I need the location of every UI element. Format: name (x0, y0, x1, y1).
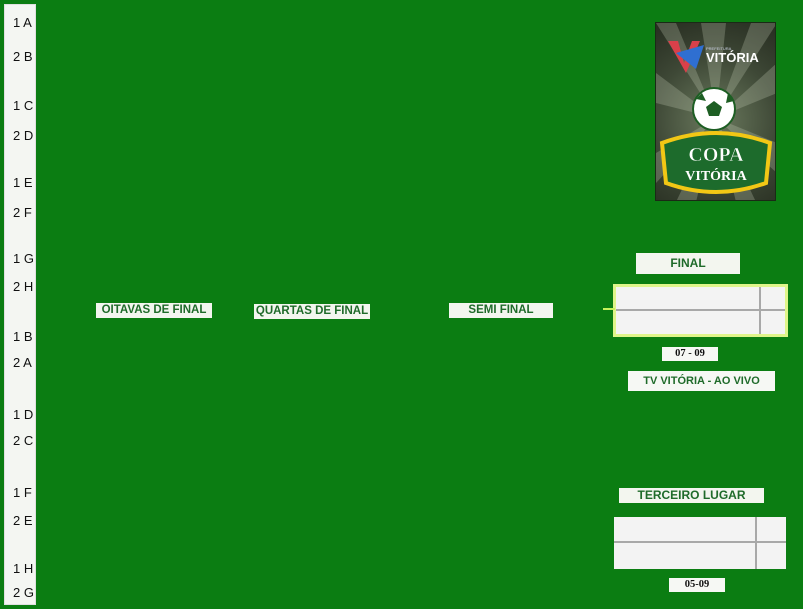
final-date: 07 - 09 (662, 347, 718, 361)
final-broadcast: TV VITÓRIA - AO VIVO (628, 371, 775, 391)
third-team-row (614, 543, 786, 569)
seed-label: 2 G (13, 585, 34, 600)
seed-label: 2 C (13, 433, 34, 448)
seed-label: 2 H (13, 279, 34, 294)
seed-label: 1 C (13, 98, 34, 113)
team-score (759, 517, 786, 541)
team-name (614, 517, 757, 541)
seed-label: 1 D (13, 407, 34, 422)
seed-label: 2 D (13, 128, 34, 143)
final-match (613, 284, 788, 337)
final-team-row (616, 287, 785, 311)
label-semi: SEMI FINAL (449, 303, 553, 318)
seed-label: 1 H (13, 561, 34, 576)
team-score (759, 543, 786, 569)
label-final: FINAL (636, 253, 740, 274)
third-team-row (614, 517, 786, 543)
label-oitavas: OITAVAS DE FINAL (96, 303, 212, 318)
label-quartas: QUARTAS DE FINAL (254, 304, 370, 319)
seed-label: 2 F (13, 205, 32, 220)
logo-graphic: PREFEITURA VITÓRIA COPA VITÓRIA (656, 23, 775, 200)
seed-label: 2 E (13, 513, 33, 528)
team-name (616, 311, 761, 334)
svg-text:VITÓRIA: VITÓRIA (685, 167, 747, 184)
team-score (761, 287, 785, 309)
seed-label: 1 A (13, 15, 32, 30)
team-score (761, 311, 785, 334)
team-name (616, 287, 761, 309)
third-place-match (614, 517, 786, 569)
label-terceiro: TERCEIRO LUGAR (619, 488, 764, 503)
group-seed-column: 1 A 2 B 1 C 2 D 1 E 2 F 1 G 2 H 1 B 2 A … (4, 4, 36, 605)
final-connector (603, 308, 615, 310)
seed-label: 1 F (13, 485, 32, 500)
seed-label: 1 G (13, 251, 34, 266)
seed-label: 2 B (13, 49, 33, 64)
seed-label: 1 B (13, 329, 33, 344)
seed-label: 1 E (13, 175, 33, 190)
copa-vitoria-logo: PREFEITURA VITÓRIA COPA VITÓRIA (655, 22, 776, 201)
svg-text:COPA: COPA (688, 144, 744, 166)
third-place-date: 05-09 (669, 578, 725, 592)
final-team-row (616, 311, 785, 334)
seed-label: 2 A (13, 355, 32, 370)
svg-text:VITÓRIA: VITÓRIA (706, 50, 759, 65)
team-name (614, 543, 757, 569)
